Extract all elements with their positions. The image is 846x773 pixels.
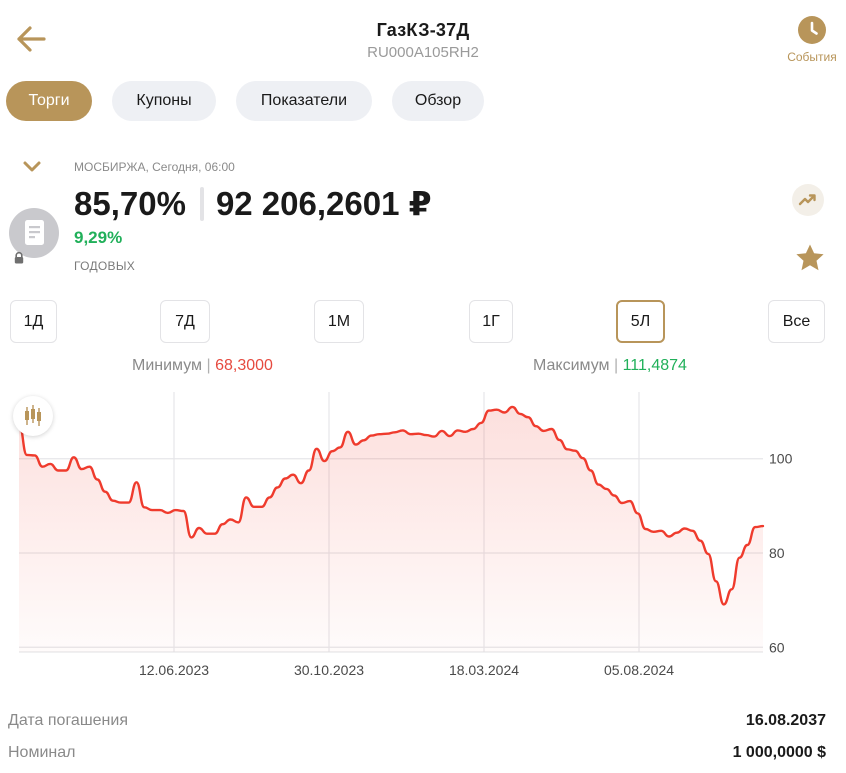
quote-block: МОСБИРЖА, Сегодня, 06:00 85,70% 92 206,2… [0,150,846,280]
arrow-left-icon [17,26,46,52]
period-all[interactable]: Все [768,300,825,343]
minimum-label: Минимум [132,357,203,374]
tab-overview[interactable]: Обзор [392,81,484,121]
chevron-down-icon[interactable] [22,160,42,174]
minimum-stat: Минимум | 68,3000 [132,357,273,375]
price-area [19,406,763,652]
tab-indicators[interactable]: Показатели [236,81,372,121]
period-selector: 1Д 7Д 1М 1Г 5Л Все [0,300,846,344]
events-button[interactable]: События [784,16,840,64]
price-separator [199,186,204,221]
maturity-row: Дата погашения 16.08.2037 [8,712,826,734]
trend-button[interactable] [792,184,824,216]
nominal-label: Номинал [8,744,76,761]
maturity-label: Дата погашения [8,712,128,729]
title-block: ГазКЗ-37Д RU000A105RH2 [0,20,846,61]
tab-trading[interactable]: Торги [6,81,92,121]
price-chart[interactable]: 12.06.2023 30.10.2023 18.03.2024 05.08.2024… [0,388,846,690]
bond-title: ГазКЗ-37Д [376,20,470,40]
price-percent: 85,70% [74,184,186,222]
y-tick-label-0: 100 [769,451,793,467]
annual-yield: 9,29% [74,228,123,247]
period-1d[interactable]: 1Д [10,300,57,343]
maximum-stat: Максимум | 111,4874 [533,357,687,375]
x-tick-label-0: 12.06.2023 [139,662,209,678]
candlestick-toggle-button[interactable] [13,396,53,436]
tab-coupons[interactable]: Купоны [112,81,216,121]
nominal-value: 1 000,0000 $ [732,744,826,761]
trend-up-icon [798,194,816,206]
maximum-separator: | [613,357,619,374]
x-tick-label-3: 05.08.2024 [604,662,674,678]
exchange-timestamp: МОСБИРЖА, Сегодня, 06:00 [74,160,235,174]
maturity-value: 16.08.2037 [745,712,826,729]
period-1m[interactable]: 1М [314,300,364,343]
price-amount: 92 206,2601 ₽ [215,185,432,222]
maximum-label: Максимум [533,357,610,374]
events-label: События [787,50,837,64]
y-tick-label-2: 60 [769,639,785,655]
favorite-button[interactable] [794,242,826,274]
price-line: 85,70% 92 206,2601 ₽ [74,184,432,223]
annual-yield-label: ГОДОВЫХ [74,259,136,273]
period-5y[interactable]: 5Л [616,300,665,343]
y-tick-label-1: 80 [769,545,785,561]
candlestick-icon [25,405,41,426]
x-tick-label-2: 18.03.2024 [449,662,519,678]
header: ГазКЗ-37Д RU000A105RH2 События [0,0,846,80]
period-1y[interactable]: 1Г [469,300,513,343]
minimum-separator: | [206,357,211,374]
x-tick-label-1: 30.10.2023 [294,662,364,678]
star-icon [796,244,824,271]
bond-isin: RU000A105RH2 [367,44,479,61]
nominal-row: Номинал 1 000,0000 $ [8,744,826,766]
lock-icon [12,251,26,265]
minimum-value: 68,3000 [215,357,273,374]
back-button[interactable] [14,24,48,54]
maximum-value: 111,4874 [622,357,687,374]
clock-icon [798,16,826,44]
period-7d[interactable]: 7Д [160,300,210,343]
